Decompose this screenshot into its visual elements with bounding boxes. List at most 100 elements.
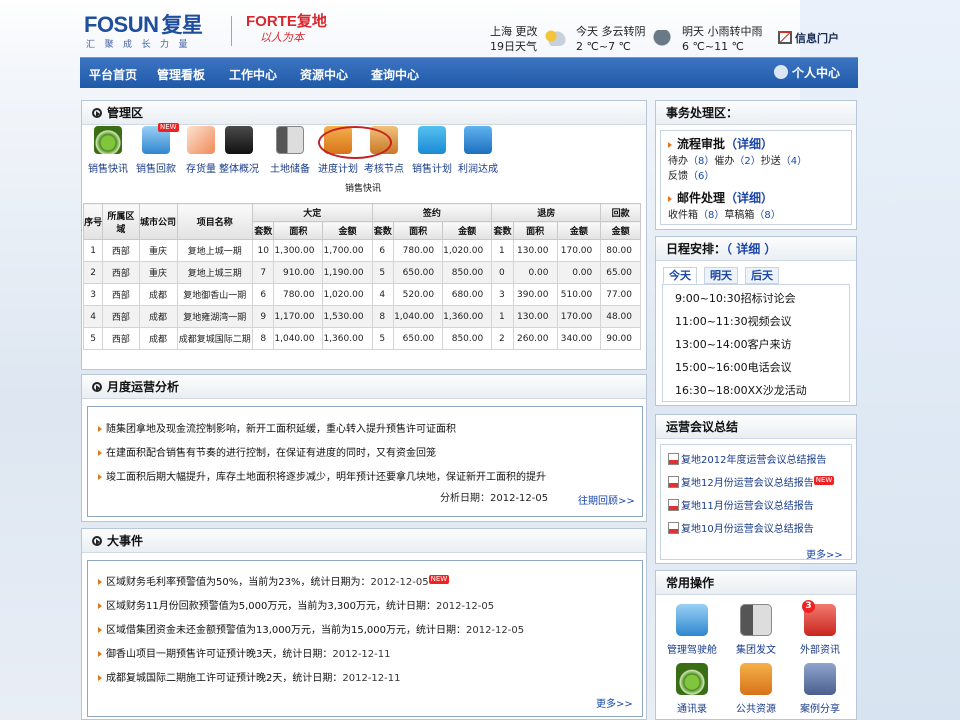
event-item[interactable]: 区域借集团资金未还金额预警值为13,000万元，当前为15,000万元，统计日期… bbox=[98, 621, 524, 636]
meetings-more-link[interactable]: 更多>> bbox=[806, 546, 843, 561]
meeting-report-link[interactable]: 复地10月份运营会议总结报告 bbox=[668, 520, 814, 535]
nav-query-center[interactable]: 查询中心 bbox=[371, 66, 419, 83]
forte-slogan: 以人为本 bbox=[260, 31, 304, 44]
weather-city: 上海 更改 19日天气 bbox=[490, 24, 538, 54]
land-reserve-icon bbox=[276, 126, 304, 154]
meeting-report-link[interactable]: 复地2012年度运营会议总结报告 bbox=[668, 451, 826, 466]
table-cell: 650.00 bbox=[393, 261, 444, 284]
group-header: 退房 bbox=[491, 203, 602, 222]
op-cockpit[interactable]: 管理驾驶舱 bbox=[662, 604, 722, 656]
table-cell: 1,020.00 bbox=[322, 283, 373, 306]
table-cell: 复地上城一期 bbox=[176, 239, 254, 262]
table-cell: 80.00 bbox=[600, 239, 641, 262]
op-label: 外部资讯 bbox=[800, 645, 840, 656]
document-icon bbox=[668, 453, 679, 465]
urge-link[interactable]: 催办 bbox=[714, 156, 734, 167]
schedule-item[interactable]: 16:30~18:00XX沙龙活动 bbox=[675, 382, 807, 398]
table-cell: 2 bbox=[491, 327, 514, 350]
table-cell: 1,360.00 bbox=[442, 305, 493, 328]
meeting-report-link[interactable]: 复地11月份运营会议总结报告 bbox=[668, 497, 814, 512]
feedback-count: （6） bbox=[688, 171, 715, 182]
event-item[interactable]: 区域财务毛利率预警值为50%，当前为23%，统计日期为：2012-12-05 NE… bbox=[98, 573, 450, 588]
table-cell: 1,020.00 bbox=[442, 239, 493, 262]
nav-dashboard[interactable]: 管理看板 bbox=[157, 66, 205, 83]
user-center-link[interactable]: 个人中心 bbox=[773, 64, 840, 81]
portal-label: 信息门户 bbox=[795, 32, 839, 45]
overview-icon bbox=[225, 126, 253, 154]
table-row[interactable]: 1 西部 重庆 复地上城一期 10 1,300.00 1,700.00 6 780.00 1,02… bbox=[82, 239, 641, 262]
group-docs-icon bbox=[740, 604, 772, 636]
event-item[interactable]: 成都复城国际二期施工许可证预计晚2天，统计日期：2012-12-11 bbox=[98, 669, 401, 684]
feedback-link[interactable]: 反馈 bbox=[668, 171, 688, 182]
nav-work-center[interactable]: 工作中心 bbox=[229, 66, 277, 83]
schedule-item[interactable]: 13:00~14:00客户来访 bbox=[675, 336, 792, 352]
op-label: 管理驾驶舱 bbox=[667, 645, 717, 656]
table-cell: 成都 bbox=[138, 305, 178, 328]
table-row[interactable]: 5 西部 成都 成都复城国际二期 8 1,040.00 1,360.00 5 650.00 850… bbox=[82, 327, 641, 350]
tab-today[interactable]: 今天 bbox=[663, 267, 697, 284]
meetings-title: 运营会议总结 bbox=[656, 415, 856, 439]
logo-en: FOSUN bbox=[84, 12, 159, 37]
tab-day-after[interactable]: 后天 bbox=[745, 267, 779, 284]
op-address-book[interactable]: 通讯录 bbox=[662, 663, 722, 715]
meeting-report-link[interactable]: 复地12月份运营会议总结报告 NEW bbox=[668, 474, 835, 489]
events-more-link[interactable]: 更多>> bbox=[596, 695, 633, 710]
new-badge: NEW bbox=[428, 575, 450, 584]
table-cell: 复地御香山一期 bbox=[176, 283, 254, 306]
app-profit[interactable]: 利润达成 bbox=[452, 126, 504, 175]
app-label: 利润达成 bbox=[458, 164, 498, 175]
cc-link[interactable]: 抄送 bbox=[761, 156, 781, 167]
profit-icon bbox=[464, 126, 492, 154]
schedule-item[interactable]: 9:00~10:30招标讨论会 bbox=[675, 290, 796, 306]
report-title: 复地10月份运营会议总结报告 bbox=[681, 524, 814, 535]
rain-cloud-icon bbox=[650, 30, 674, 46]
event-item[interactable]: 御香山项目一期预售许可证预计晚3天，统计日期：2012-12-11 bbox=[98, 645, 391, 660]
inbox-link[interactable]: 收件箱 bbox=[668, 210, 698, 221]
table-cell: 西部 bbox=[102, 261, 140, 284]
address-book-icon bbox=[676, 663, 708, 695]
table-row[interactable]: 3 西部 成都 复地御香山一期 6 780.00 1,020.00 4 520.00 680.00… bbox=[82, 283, 641, 306]
past-review-link[interactable]: 往期回顾>> bbox=[578, 492, 635, 507]
op-case-share[interactable]: 案例分享 bbox=[790, 663, 850, 715]
common-ops-panel: 常用操作 管理驾驶舱 集团发文 3 外部资讯 通讯录 公共资源 案例分享 bbox=[655, 570, 857, 720]
portal-link[interactable]: 信息门户 bbox=[778, 30, 839, 46]
pending-link[interactable]: 待办 bbox=[668, 156, 688, 167]
app-label: 整体概况 bbox=[219, 164, 259, 175]
event-text: 区域财务11月份回款预警值为5,000万元，当前为3,300万元，统计日期： bbox=[106, 601, 436, 612]
tab-tomorrow[interactable]: 明天 bbox=[704, 267, 738, 284]
table-cell: 6 bbox=[252, 283, 275, 306]
app-land-reserve[interactable]: 土地储备 bbox=[264, 126, 316, 175]
table-cell: 0.00 bbox=[512, 261, 558, 284]
mail-detail-link[interactable]: （详细） bbox=[725, 191, 773, 205]
app-sales-plan[interactable]: 销售计划 bbox=[406, 126, 458, 175]
app-label: 销售计划 bbox=[412, 164, 452, 175]
table-cell: 成都 bbox=[138, 283, 178, 306]
schedule-detail-link[interactable]: （ 详细 ） bbox=[726, 242, 776, 256]
table-cell: 48.00 bbox=[600, 305, 641, 328]
op-external-news[interactable]: 3 外部资讯 bbox=[790, 600, 850, 656]
fosun-logo[interactable]: FOSUN 复星 bbox=[84, 9, 203, 39]
nav-home[interactable]: 平台首页 bbox=[89, 66, 137, 83]
event-item[interactable]: 区域财务11月份回款预警值为5,000万元，当前为3,300万元，统计日期：20… bbox=[98, 597, 494, 612]
app-label: 进度计划 bbox=[318, 164, 358, 175]
draft-link[interactable]: 草稿箱 bbox=[724, 210, 754, 221]
schedule-item[interactable]: 11:00~11:30视频会议 bbox=[675, 313, 792, 329]
table-cell: 130.00 bbox=[512, 305, 558, 328]
table-row[interactable]: 4 西部 成都 复地雍湖湾一期 9 1,170.00 1,530.00 8 1,040.00 1,… bbox=[82, 305, 641, 328]
nav-resource-center[interactable]: 资源中心 bbox=[300, 66, 348, 83]
event-text: 成都复城国际二期施工许可证预计晚2天，统计日期： bbox=[106, 673, 343, 684]
flow-detail-link[interactable]: （详细） bbox=[725, 137, 773, 151]
sub-header: 套数 bbox=[371, 221, 395, 240]
document-icon bbox=[668, 499, 679, 511]
table-row[interactable]: 2 西部 重庆 复地上城三期 7 910.00 1,190.00 5 650.00 850.00 0… bbox=[82, 261, 641, 284]
table-cell: 0 bbox=[491, 261, 514, 284]
change-city-link[interactable]: 更改 bbox=[516, 25, 538, 38]
management-title: 管理区 bbox=[82, 101, 646, 125]
app-overview[interactable]: 整体概况 bbox=[213, 126, 265, 175]
op-public-resource[interactable]: 公共资源 bbox=[726, 663, 786, 715]
op-label: 案例分享 bbox=[800, 704, 840, 715]
app-sales-news[interactable]: 销售快讯 bbox=[82, 126, 134, 175]
table-cell: 4 bbox=[82, 305, 104, 328]
schedule-item[interactable]: 15:00~16:00电话会议 bbox=[675, 359, 792, 375]
op-group-docs[interactable]: 集团发文 bbox=[726, 604, 786, 656]
